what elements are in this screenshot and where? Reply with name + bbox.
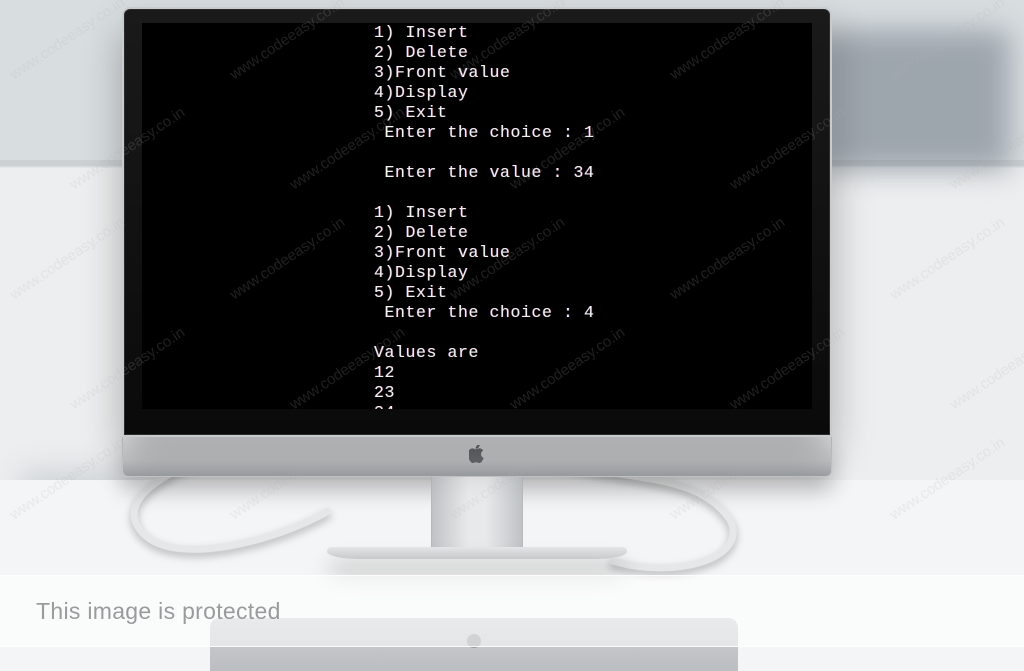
- monitor-stand-neck: [431, 477, 523, 547]
- monitor-screen: 1) Insert 2) Delete 3)Front value 4)Disp…: [142, 23, 812, 409]
- monitor-bezel: 1) Insert 2) Delete 3)Front value 4)Disp…: [122, 7, 832, 437]
- terminal-output: 1) Insert 2) Delete 3)Front value 4)Disp…: [142, 23, 812, 409]
- protection-overlay-text: This image is protected: [36, 598, 281, 625]
- monitor-chin: [122, 437, 832, 477]
- protection-overlay-bar: This image is protected: [0, 575, 1024, 647]
- monitor-stand-base: [327, 547, 627, 559]
- monitor: 1) Insert 2) Delete 3)Front value 4)Disp…: [122, 7, 832, 559]
- apple-logo-icon: [469, 445, 485, 468]
